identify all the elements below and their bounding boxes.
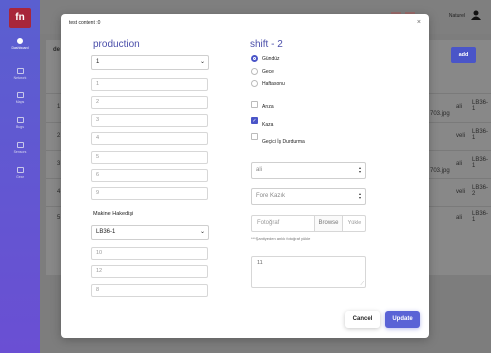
row-code: LB36-1 xyxy=(472,129,489,141)
shift-title: shift - 2 xyxy=(250,39,283,50)
chevron-down-icon: ⌄ xyxy=(199,59,205,65)
row-user: veli xyxy=(456,189,466,195)
radio-label: Gündüz xyxy=(262,56,280,62)
add-button[interactable]: add xyxy=(451,47,476,63)
makine-hakedisi-label: Makine Hakedişi xyxy=(93,211,134,217)
update-button[interactable]: Update xyxy=(385,311,420,328)
file-placeholder: Fotoğraf xyxy=(257,220,280,226)
radio-gece[interactable] xyxy=(251,68,258,75)
sidebar-item-dashboard[interactable]: Dashboard xyxy=(0,38,40,50)
notes-text: 11 xyxy=(257,260,263,266)
user-select[interactable]: ali ▴ ▾ xyxy=(251,162,366,179)
radio-gunduz[interactable] xyxy=(251,55,258,62)
row-code: LB36-1 xyxy=(472,100,489,112)
upload-button[interactable]: Yükle xyxy=(342,216,366,231)
map-icon xyxy=(16,92,24,98)
row-code: LB36-2 xyxy=(472,185,489,197)
row-number: 1 xyxy=(57,104,61,110)
checkbox-label: Kaza xyxy=(262,122,274,128)
background-header: de xyxy=(53,47,61,53)
production-input-4[interactable]: 4 xyxy=(91,132,208,145)
modal-title: test content :0 xyxy=(69,20,101,26)
sidebar-item-label: Network xyxy=(13,76,27,80)
radio-haftasonu[interactable] xyxy=(251,80,258,87)
sidebar-item-label: Dashboard xyxy=(11,46,29,50)
photo-file-input[interactable]: Fotoğraf Browse Yükle xyxy=(251,215,366,232)
select-value: LB36-1 xyxy=(96,229,116,235)
row-file: 703.jpg xyxy=(430,111,450,117)
checkbox-kaza[interactable]: ✓ xyxy=(251,117,258,124)
sort-icon: ▴ ▾ xyxy=(358,165,361,174)
row-number: 4 xyxy=(57,189,61,195)
production-title: production xyxy=(93,39,140,50)
sidebar-item-sensors[interactable]: Sensors xyxy=(0,142,40,154)
row-code: LB36-1 xyxy=(472,211,489,223)
sidebar-item-network[interactable]: Network xyxy=(0,68,40,80)
dashboard-icon xyxy=(17,38,23,44)
row-user: ali xyxy=(456,161,463,167)
bug-icon xyxy=(16,117,24,123)
makine-input-2[interactable]: 12 xyxy=(91,265,208,278)
sort-icon: ▴ ▾ xyxy=(358,191,361,200)
makine-select[interactable]: LB36-1 ⌄ xyxy=(91,225,209,240)
production-input-2[interactable]: 2 xyxy=(91,96,208,109)
makine-input-1[interactable]: 10 xyxy=(91,247,208,260)
sidebar-item-label: Sensors xyxy=(13,150,27,154)
sidebar-item-maps[interactable]: Maps xyxy=(0,92,40,104)
production-select[interactable]: 1 ⌄ xyxy=(91,55,209,70)
sidebar-item-label: Gear xyxy=(16,175,24,179)
browse-button[interactable]: Browse xyxy=(314,216,342,231)
production-input-5[interactable]: 5 xyxy=(91,151,208,164)
select-value: ali xyxy=(256,167,263,173)
production-input-1[interactable]: 1 xyxy=(91,78,208,91)
row-number: 3 xyxy=(57,161,61,167)
sidebar-item-gear[interactable]: Gear xyxy=(0,167,40,179)
sidebar-item-bugs[interactable]: Bugs xyxy=(0,117,40,129)
row-number: 2 xyxy=(57,133,61,139)
checkbox-ariza[interactable] xyxy=(251,101,258,108)
edit-modal: test content :0 × production 1 ⌄ 1 2 3 4… xyxy=(61,14,429,338)
row-file: 703.jpg xyxy=(430,168,450,174)
sidebar-item-label: Bugs xyxy=(16,125,24,129)
notes-textarea[interactable]: 11 ⟋ xyxy=(251,256,366,288)
sensor-icon xyxy=(16,142,24,148)
photo-hint: ***Şantiyeden anlık fotoğraf yükle xyxy=(251,236,311,241)
app-logo[interactable]: fn xyxy=(9,8,31,28)
machine-select[interactable]: Fore Kazık ▴ ▾ xyxy=(251,188,366,205)
production-input-7[interactable]: 9 xyxy=(91,187,208,200)
close-icon[interactable]: × xyxy=(417,19,421,26)
row-code: LB36-1 xyxy=(472,157,489,169)
checkbox-label: Arıza xyxy=(262,104,274,110)
makine-input-3[interactable]: 8 xyxy=(91,284,208,297)
user-name[interactable]: Naturel xyxy=(449,13,465,19)
production-input-3[interactable]: 3 xyxy=(91,114,208,127)
network-icon xyxy=(16,68,24,74)
row-user: ali xyxy=(456,104,463,110)
production-input-6[interactable]: 6 xyxy=(91,169,208,182)
sidebar-item-label: Maps xyxy=(15,100,25,104)
radio-label: Gece xyxy=(262,69,274,75)
select-value: Fore Kazık xyxy=(256,193,286,199)
radio-label: Haftasonu xyxy=(262,81,285,87)
resize-handle-icon[interactable]: ⟋ xyxy=(360,282,364,287)
gear-icon xyxy=(16,167,24,173)
user-icon[interactable] xyxy=(471,10,481,20)
row-user: veli xyxy=(456,133,466,139)
chevron-down-icon: ⌄ xyxy=(199,229,205,235)
checkbox-label: Geçici İş Durdurma xyxy=(262,139,305,145)
sidebar: fn Dashboard Network Maps Bugs Sensors G… xyxy=(0,0,40,353)
row-user: ali xyxy=(456,215,463,221)
cancel-button[interactable]: Cancel xyxy=(345,311,380,328)
row-number: 5 xyxy=(57,215,61,221)
checkbox-gecici-is-durdurma[interactable] xyxy=(251,133,258,140)
select-value: 1 xyxy=(96,59,100,65)
